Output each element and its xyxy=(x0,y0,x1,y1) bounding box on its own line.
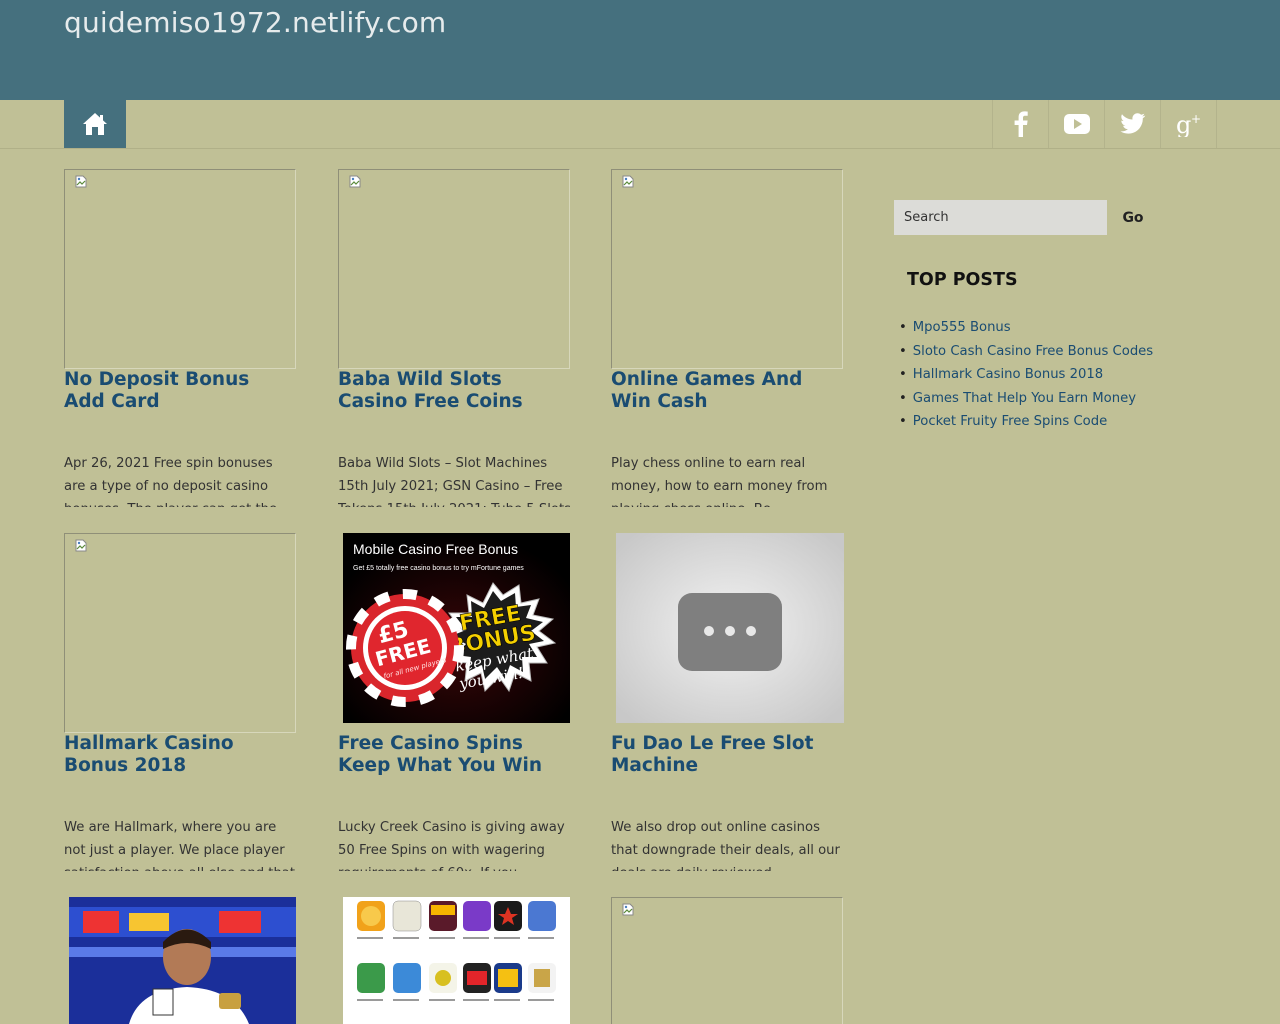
youtube-icon xyxy=(1063,114,1090,134)
list-item: Hallmark Casino Bonus 2018 xyxy=(899,363,1153,387)
top-post-link[interactable]: Mpo555 Bonus xyxy=(913,320,1011,335)
twitter-link[interactable] xyxy=(1104,100,1160,148)
svg-text:g: g xyxy=(1176,111,1191,137)
casino-apps-grid-image xyxy=(343,897,570,1024)
broken-image-icon xyxy=(349,175,361,188)
post-thumbnail-broken[interactable] xyxy=(611,169,843,369)
site-header: quidemiso1972.netlify.com xyxy=(0,0,1280,100)
post-title-link[interactable]: Online Games And Win Cash xyxy=(611,369,843,413)
post-thumbnail-photo[interactable] xyxy=(69,897,296,1024)
home-icon xyxy=(83,113,107,135)
home-button[interactable] xyxy=(64,100,126,148)
post-title-link[interactable]: Free Casino Spins Keep What You Win xyxy=(338,733,570,777)
top-posts-list: Mpo555 Bonus Sloto Cash Casino Free Bonu… xyxy=(899,316,1153,434)
svg-text:Mobile Casino Free Bonus: Mobile Casino Free Bonus xyxy=(353,541,518,557)
google-plus-icon: g + xyxy=(1176,111,1201,137)
facebook-icon xyxy=(1014,111,1028,137)
post-title-link[interactable]: Baba Wild Slots Casino Free Coins xyxy=(338,369,570,413)
post-title-link[interactable]: Hallmark Casino Bonus 2018 xyxy=(64,733,296,777)
post-thumbnail-broken[interactable] xyxy=(64,169,296,369)
top-post-link[interactable]: Pocket Fruity Free Spins Code xyxy=(913,414,1107,429)
post-thumbnail-app-grid[interactable] xyxy=(343,897,570,1024)
post-thumbnail-promo[interactable]: Mobile Casino Free Bonus Get £5 totally … xyxy=(343,533,570,723)
broken-image-icon xyxy=(622,903,634,916)
video-placeholder-image xyxy=(616,533,844,723)
twitter-icon xyxy=(1119,113,1145,134)
post-excerpt: Baba Wild Slots – Slot Machines 15th Jul… xyxy=(338,456,571,507)
post-title-link[interactable]: No Deposit Bonus Add Card xyxy=(64,369,296,413)
post-title-link[interactable]: Fu Dao Le Free Slot Machine xyxy=(611,733,843,777)
post-excerpt: Apr 26, 2021 Free spin bonuses are a typ… xyxy=(64,456,277,507)
top-posts-heading: TOP POSTS xyxy=(907,270,1018,290)
post-excerpt: We also drop out online casinos that dow… xyxy=(611,820,840,871)
list-item: Games That Help You Earn Money xyxy=(899,387,1153,411)
top-post-link[interactable]: Sloto Cash Casino Free Bonus Codes xyxy=(913,344,1153,359)
facebook-link[interactable] xyxy=(992,100,1048,148)
search-input[interactable] xyxy=(894,200,1107,235)
post-thumbnail-broken[interactable] xyxy=(611,897,843,1024)
top-post-link[interactable]: Hallmark Casino Bonus 2018 xyxy=(913,367,1103,382)
casino-player-photo xyxy=(69,897,296,1024)
broken-image-icon xyxy=(75,175,87,188)
post-thumbnail-broken[interactable] xyxy=(338,169,570,369)
broken-image-icon xyxy=(75,539,87,552)
post-thumbnail-video[interactable] xyxy=(616,533,844,723)
top-post-link[interactable]: Games That Help You Earn Money xyxy=(913,391,1136,406)
post-excerpt: We are Hallmark, where you are not just … xyxy=(64,820,295,871)
search-go-button[interactable]: Go xyxy=(1107,200,1159,235)
post-excerpt: Play chess online to earn real money, ho… xyxy=(611,456,828,507)
main-navbar: g + xyxy=(0,100,1280,149)
google-plus-link[interactable]: g + xyxy=(1160,100,1217,148)
list-item: Sloto Cash Casino Free Bonus Codes xyxy=(899,340,1153,364)
svg-text:Get £5 totally free casino bon: Get £5 totally free casino bonus to try … xyxy=(353,565,524,572)
svg-text:+: + xyxy=(1191,112,1201,126)
post-excerpt: Lucky Creek Casino is giving away 50 Fre… xyxy=(338,820,565,871)
youtube-link[interactable] xyxy=(1048,100,1104,148)
casino-promo-image: Mobile Casino Free Bonus Get £5 totally … xyxy=(343,533,570,723)
list-item: Pocket Fruity Free Spins Code xyxy=(899,410,1153,434)
site-title-link[interactable]: quidemiso1972.netlify.com xyxy=(64,6,446,39)
post-thumbnail-broken[interactable] xyxy=(64,533,296,733)
list-item: Mpo555 Bonus xyxy=(899,316,1153,340)
broken-image-icon xyxy=(622,175,634,188)
